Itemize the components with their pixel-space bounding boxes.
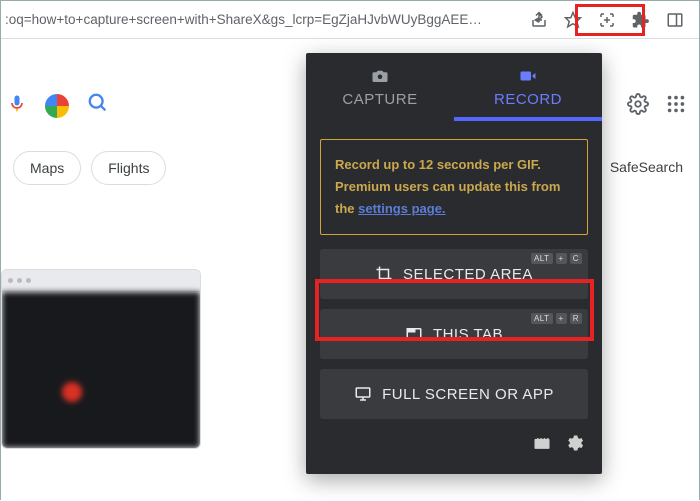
panel-settings-gear-icon[interactable] bbox=[564, 433, 584, 458]
search-filter-chips: Maps Flights bbox=[1, 151, 166, 185]
extensions-puzzle-icon[interactable] bbox=[631, 10, 651, 30]
full-screen-label: FULL SCREEN OR APP bbox=[382, 386, 554, 403]
monitor-icon bbox=[354, 385, 372, 403]
url-text: :oq=how+to+capture+screen+with+ShareX&gs… bbox=[1, 12, 529, 27]
browser-address-bar: :oq=how+to+capture+screen+with+ShareX&gs… bbox=[1, 1, 699, 39]
record-full-screen-button[interactable]: FULL SCREEN OR APP bbox=[320, 369, 588, 419]
mic-icon[interactable] bbox=[7, 91, 27, 121]
recordings-icon[interactable] bbox=[532, 433, 552, 458]
tab-record-label: RECORD bbox=[494, 91, 562, 108]
selected-area-label: SELECTED AREA bbox=[403, 266, 533, 283]
record-selected-area-button[interactable]: SELECTED AREA ALT + C bbox=[320, 249, 588, 299]
page-content: Maps Flights SafeSearch CAPTURE RECORD R… bbox=[1, 39, 699, 501]
google-search-icons bbox=[1, 91, 109, 121]
this-tab-label: THIS TAB bbox=[433, 326, 503, 343]
thumbnail-preview bbox=[2, 292, 200, 448]
panel-tabs: CAPTURE RECORD bbox=[306, 53, 602, 121]
tab-capture-label: CAPTURE bbox=[342, 91, 417, 108]
chip-maps[interactable]: Maps bbox=[13, 151, 81, 185]
record-this-tab-button[interactable]: THIS TAB ALT + R bbox=[320, 309, 588, 359]
address-bar-actions bbox=[529, 10, 693, 30]
google-apps-grid-icon[interactable] bbox=[665, 93, 687, 120]
tab-record[interactable]: RECORD bbox=[454, 53, 602, 121]
settings-gear-icon[interactable] bbox=[627, 93, 649, 120]
capture-extension-popup: CAPTURE RECORD Record up to 12 seconds p… bbox=[306, 53, 602, 474]
chip-flights[interactable]: Flights bbox=[91, 151, 166, 185]
google-header-actions bbox=[627, 93, 687, 120]
capture-extension-icon[interactable] bbox=[597, 10, 617, 30]
shortcut-keys: ALT + C bbox=[531, 253, 582, 264]
search-icon[interactable] bbox=[87, 92, 109, 120]
bookmark-star-icon[interactable] bbox=[563, 10, 583, 30]
google-lens-icon[interactable] bbox=[45, 94, 69, 118]
settings-page-link[interactable]: settings page. bbox=[358, 201, 445, 216]
crop-icon bbox=[375, 265, 393, 283]
share-icon[interactable] bbox=[529, 10, 549, 30]
safesearch-toggle[interactable]: SafeSearch bbox=[610, 159, 683, 175]
tab-icon bbox=[405, 325, 423, 343]
panel-footer bbox=[306, 419, 602, 462]
side-panel-icon[interactable] bbox=[665, 10, 685, 30]
shortcut-keys: ALT + R bbox=[531, 313, 582, 324]
thumbnail-titlebar bbox=[2, 270, 200, 292]
record-info-message: Record up to 12 seconds per GIF. Premium… bbox=[320, 139, 588, 235]
video-result-thumbnail[interactable] bbox=[1, 269, 201, 449]
tab-capture[interactable]: CAPTURE bbox=[306, 53, 454, 121]
